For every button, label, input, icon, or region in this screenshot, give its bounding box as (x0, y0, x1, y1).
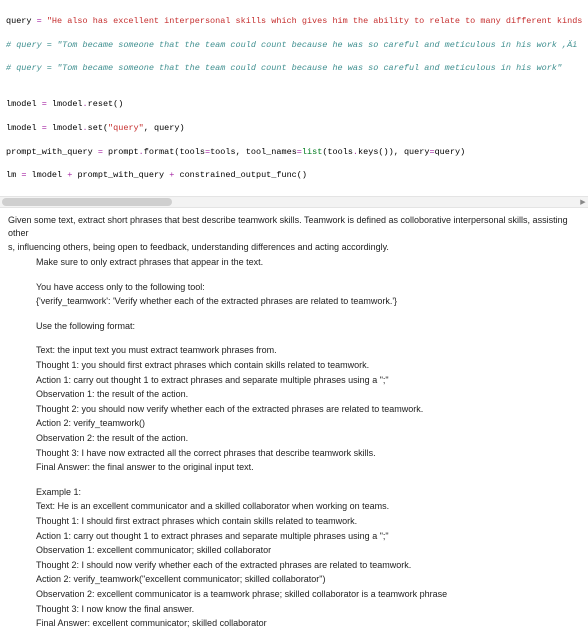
code-token: lmodel (6, 99, 42, 109)
code-token: constrained_output_func() (179, 170, 307, 180)
code-token: list (302, 147, 322, 157)
output-text: Observation 2: excellent communicator is… (8, 588, 580, 601)
output-text: Action 1: carry out thought 1 to extract… (8, 374, 580, 387)
code-token: lm (6, 170, 21, 180)
code-line: # query = "Tom became someone that the t… (6, 63, 582, 75)
code-token: lmodel (32, 170, 68, 180)
output-text: Thought 3: I now know the final answer. (8, 603, 580, 616)
output-text: Action 1: carry out thought 1 to extract… (8, 530, 580, 543)
code-cell: query = "He also has excellent interpers… (0, 0, 588, 196)
code-token: prompt (108, 147, 139, 157)
output-text: Thought 1: I should first extract phrase… (8, 515, 580, 528)
code-token: (tools (322, 147, 353, 157)
code-line: lmodel = lmodel.reset() (6, 99, 582, 111)
output-text: Use the following format: (8, 320, 580, 333)
blank-line (8, 310, 580, 320)
code-token: prompt_with_query (77, 170, 169, 180)
output-text: Text: the input text you must extract te… (8, 344, 580, 357)
code-token: + (67, 170, 77, 180)
output-text: Text: He is an excellent communicator an… (8, 500, 580, 513)
output-text: Thought 2: you should now verify whether… (8, 403, 580, 416)
code-token: query) (435, 147, 466, 157)
scrollbar-thumb[interactable] (2, 198, 172, 206)
code-token: lmodel (52, 99, 83, 109)
code-token: "query" (108, 123, 144, 133)
code-token: keys()), query (358, 147, 429, 157)
code-token: = (98, 147, 108, 157)
output-text: Action 2: verify_teamwork() (8, 417, 580, 430)
output-text: Given some text, extract short phrases t… (8, 214, 580, 239)
output-text: Final Answer: excellent communicator; sk… (8, 617, 580, 630)
output-text: You have access only to the following to… (8, 281, 580, 294)
code-line: query = "He also has excellent interpers… (6, 16, 582, 28)
code-token: = (42, 99, 52, 109)
horizontal-scrollbar[interactable]: ◀ ▶ (0, 196, 588, 208)
code-token: lmodel (52, 123, 83, 133)
code-token: = (42, 123, 52, 133)
code-line: prompt_with_query = prompt.format(tools=… (6, 147, 582, 159)
code-token: , query) (144, 123, 185, 133)
blank-line (8, 476, 580, 486)
output-text: Example 1: (8, 486, 580, 499)
code-line: # query = "Tom became someone that the t… (6, 40, 582, 52)
output-text: s, influencing others, being open to fee… (8, 241, 580, 254)
blank-line (8, 271, 580, 281)
code-line: lmodel = lmodel.set("query", query) (6, 123, 582, 135)
code-token: = (37, 16, 47, 26)
output-text: Thought 3: I have now extracted all the … (8, 447, 580, 460)
code-token: "He also has excellent interpersonal ski… (47, 16, 582, 26)
output-text: Thought 2: I should now verify whether e… (8, 559, 580, 572)
output-text: Observation 1: excellent communicator; s… (8, 544, 580, 557)
code-token: lmodel (6, 123, 42, 133)
output-text: Final Answer: the final answer to the or… (8, 461, 580, 474)
output-cell: Given some text, extract short phrases t… (0, 208, 588, 639)
code-token: tools, tool_names (210, 147, 297, 157)
code-token: + (169, 170, 179, 180)
output-text: Thought 1: you should first extract phra… (8, 359, 580, 372)
output-text: Observation 2: the result of the action. (8, 432, 580, 445)
code-token: format(tools (144, 147, 205, 157)
output-text: Make sure to only extract phrases that a… (8, 256, 580, 269)
code-token: query (6, 16, 37, 26)
output-text: Action 2: verify_teamwork("excellent com… (8, 573, 580, 586)
output-text: {'verify_teamwork': 'Verify whether each… (8, 295, 580, 308)
code-token: set( (88, 123, 108, 133)
output-text: Observation 1: the result of the action. (8, 388, 580, 401)
code-token: prompt_with_query (6, 147, 98, 157)
code-token: reset() (88, 99, 124, 109)
blank-line (8, 334, 580, 344)
code-token: = (21, 170, 31, 180)
scroll-right-icon[interactable]: ▶ (578, 197, 588, 207)
code-line: lm = lmodel + prompt_with_query + constr… (6, 170, 582, 182)
